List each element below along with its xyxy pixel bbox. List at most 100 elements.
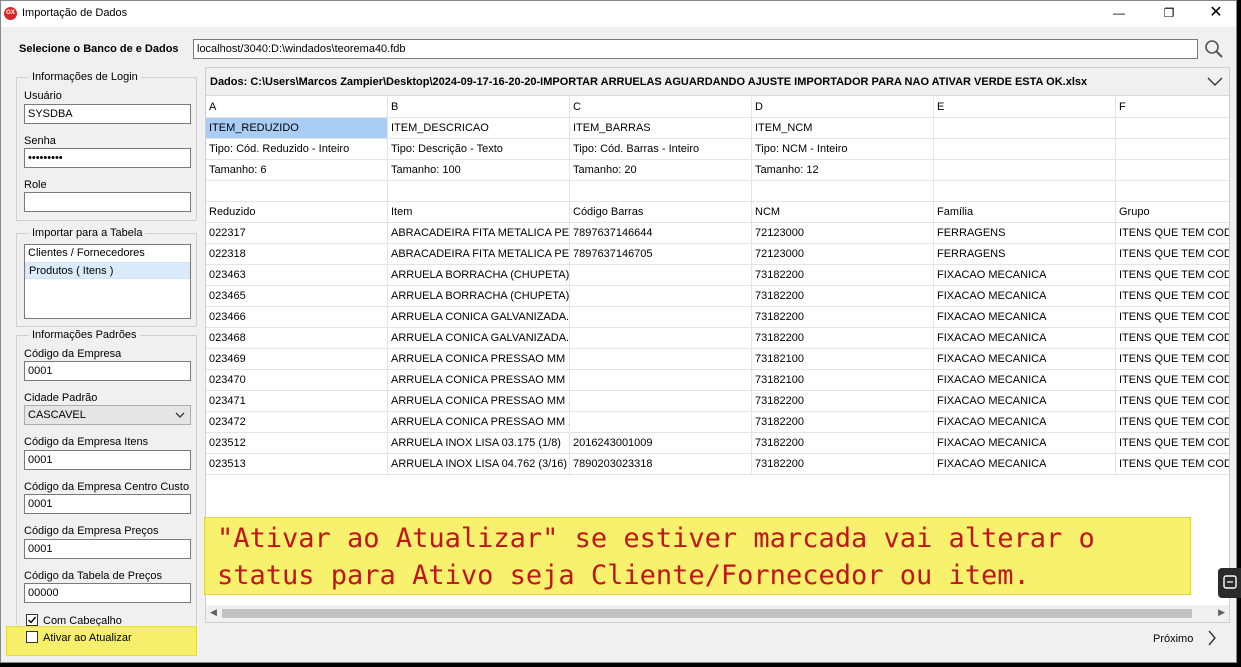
search-icon[interactable] bbox=[1204, 39, 1224, 59]
table-cell[interactable]: ITEM_NCM bbox=[752, 118, 934, 138]
table-cell[interactable]: 023513 bbox=[206, 454, 388, 474]
table-cell[interactable]: FIXACAO MECANICA bbox=[934, 391, 1116, 411]
company-input[interactable]: 0001 bbox=[24, 361, 191, 381]
column-letter-row[interactable]: ABCDEF bbox=[206, 97, 1229, 118]
table-cell[interactable]: 7890203023318 bbox=[570, 454, 752, 474]
table-cell[interactable]: 022317 bbox=[206, 223, 388, 243]
table-cell[interactable]: Reduzido bbox=[206, 202, 388, 222]
table-cell[interactable]: 023472 bbox=[206, 412, 388, 432]
table-cell[interactable]: FIXACAO MECANICA bbox=[934, 328, 1116, 348]
table-cell[interactable]: 023468 bbox=[206, 328, 388, 348]
table-cell[interactable]: ITEM_BARRAS bbox=[570, 118, 752, 138]
file-header[interactable]: Dados: C:\Users\Marcos Zampier\Desktop\2… bbox=[206, 68, 1229, 96]
table-cell[interactable]: 73182100 bbox=[752, 349, 934, 369]
side-tab[interactable] bbox=[1218, 568, 1241, 598]
company-cost-input[interactable]: 0001 bbox=[24, 494, 191, 514]
table-cell[interactable]: ABRACADEIRA FITA METALICA PER... bbox=[388, 223, 570, 243]
company-prices-input[interactable]: 0001 bbox=[24, 539, 191, 559]
table-row[interactable]: 023512 ARRUELA INOX LISA 03.175 (1/8) 2016… bbox=[206, 433, 1229, 454]
table-cell[interactable]: Família bbox=[934, 202, 1116, 222]
table-cell[interactable] bbox=[1116, 118, 1229, 138]
table-row[interactable] bbox=[206, 181, 1229, 202]
table-cell[interactable]: FERRAGENS bbox=[934, 244, 1116, 264]
city-select[interactable]: CASCAVEL bbox=[24, 405, 191, 425]
table-row[interactable]: Tipo: Cód. Reduzido - Inteiro Tipo: Descr… bbox=[206, 139, 1229, 160]
table-row[interactable]: Reduzido Item Código Barras NCM Família Grupo bbox=[206, 202, 1229, 223]
table-cell[interactable]: A bbox=[206, 97, 388, 117]
table-cell[interactable]: 023463 bbox=[206, 265, 388, 285]
table-cell[interactable] bbox=[570, 307, 752, 327]
table-cell[interactable]: 73182100 bbox=[752, 370, 934, 390]
table-cell[interactable]: 022318 bbox=[206, 244, 388, 264]
table-row[interactable]: 023470 ARRUELA CONICA PRESSAO MM 1... 7318… bbox=[206, 370, 1229, 391]
table-cell[interactable]: FIXACAO MECANICA bbox=[934, 454, 1116, 474]
table-cell[interactable]: NCM bbox=[752, 202, 934, 222]
table-cell[interactable]: FIXACAO MECANICA bbox=[934, 286, 1116, 306]
table-cell[interactable] bbox=[570, 370, 752, 390]
table-cell[interactable]: ARRUELA CONICA PRESSAO MM 1... bbox=[388, 370, 570, 390]
table-cell[interactable]: 7897637146644 bbox=[570, 223, 752, 243]
table-row[interactable]: 023468 ARRUELA CONICA GALVANIZADA... 73182… bbox=[206, 328, 1229, 349]
table-cell[interactable]: 72123000 bbox=[752, 223, 934, 243]
table-cell[interactable]: Tipo: Cód. Reduzido - Inteiro bbox=[206, 139, 388, 159]
horizontal-scrollbar[interactable]: ◀ ▶ bbox=[206, 605, 1229, 622]
table-cell[interactable]: ITENS QUE TEM COD DE bbox=[1116, 223, 1229, 243]
table-cell[interactable]: 73182200 bbox=[752, 307, 934, 327]
table-cell[interactable] bbox=[570, 265, 752, 285]
table-cell[interactable] bbox=[934, 160, 1116, 180]
next-button[interactable]: Próximo bbox=[1141, 629, 1226, 649]
table-row[interactable]: 023472 ARRUELA CONICA PRESSAO MM 2... 7318… bbox=[206, 412, 1229, 433]
list-item-clientes[interactable]: Clientes / Fornecedores bbox=[25, 245, 190, 262]
table-cell[interactable]: ITENS QUE TEM COD DE bbox=[1116, 286, 1229, 306]
table-cell[interactable]: ITENS QUE TEM COD DE bbox=[1116, 265, 1229, 285]
table-cell[interactable]: 023471 bbox=[206, 391, 388, 411]
table-cell[interactable]: ITEM_REDUZIDO bbox=[206, 118, 388, 138]
table-cell[interactable]: FIXACAO MECANICA bbox=[934, 349, 1116, 369]
table-cell[interactable]: ITENS QUE TEM COD DE bbox=[1116, 433, 1229, 453]
scroll-thumb[interactable] bbox=[222, 609, 1192, 618]
table-cell[interactable] bbox=[206, 181, 388, 201]
table-cell[interactable] bbox=[570, 391, 752, 411]
table-cell[interactable]: Tamanho: 100 bbox=[388, 160, 570, 180]
import-table-list[interactable]: Clientes / Fornecedores Produtos ( Itens… bbox=[24, 244, 191, 319]
table-row[interactable]: 023471 ARRUELA CONICA PRESSAO MM 2... 7318… bbox=[206, 391, 1229, 412]
table-cell[interactable]: Tamanho: 12 bbox=[752, 160, 934, 180]
list-item-produtos[interactable]: Produtos ( Itens ) bbox=[25, 262, 190, 279]
table-cell[interactable] bbox=[934, 181, 1116, 201]
table-cell[interactable]: FIXACAO MECANICA bbox=[934, 370, 1116, 390]
table-row[interactable]: 022317 ABRACADEIRA FITA METALICA PER... 78… bbox=[206, 223, 1229, 244]
table-cell[interactable] bbox=[752, 181, 934, 201]
table-cell[interactable]: 73182200 bbox=[752, 391, 934, 411]
table-cell[interactable]: FERRAGENS bbox=[934, 223, 1116, 243]
table-cell[interactable]: D bbox=[752, 97, 934, 117]
table-cell[interactable]: FIXACAO MECANICA bbox=[934, 265, 1116, 285]
table-cell[interactable]: ITENS QUE TEM COD DE bbox=[1116, 349, 1229, 369]
table-row[interactable]: 022318 ABRACADEIRA FITA METALICA PER... 78… bbox=[206, 244, 1229, 265]
table-row[interactable]: 023469 ARRUELA CONICA PRESSAO MM 1... 7318… bbox=[206, 349, 1229, 370]
table-cell[interactable]: Tipo: Cód. Barras - Inteiro bbox=[570, 139, 752, 159]
table-cell[interactable]: ARRUELA CONICA PRESSAO MM 1... bbox=[388, 349, 570, 369]
chevron-down-icon[interactable] bbox=[1207, 75, 1223, 87]
close-button[interactable]: ✕ bbox=[1193, 1, 1236, 27]
table-cell[interactable]: ARRUELA INOX LISA 03.175 (1/8) bbox=[388, 433, 570, 453]
role-input[interactable] bbox=[24, 192, 191, 212]
table-row[interactable]: 023466 ARRUELA CONICA GALVANIZADA... 73182… bbox=[206, 307, 1229, 328]
table-cell[interactable] bbox=[388, 181, 570, 201]
table-cell[interactable]: ARRUELA CONICA GALVANIZADA... bbox=[388, 328, 570, 348]
table-cell[interactable]: FIXACAO MECANICA bbox=[934, 307, 1116, 327]
table-cell[interactable] bbox=[570, 349, 752, 369]
table-cell[interactable]: FIXACAO MECANICA bbox=[934, 412, 1116, 432]
table-cell[interactable]: ARRUELA CONICA GALVANIZADA... bbox=[388, 307, 570, 327]
table-cell[interactable] bbox=[570, 328, 752, 348]
table-cell[interactable]: B bbox=[388, 97, 570, 117]
table-cell[interactable]: 7897637146705 bbox=[570, 244, 752, 264]
table-cell[interactable]: 73182200 bbox=[752, 412, 934, 432]
table-cell[interactable]: E bbox=[934, 97, 1116, 117]
table-cell[interactable]: Tipo: Descrição - Texto bbox=[388, 139, 570, 159]
scroll-right-icon[interactable]: ▶ bbox=[1218, 607, 1225, 618]
table-cell[interactable]: Tipo: NCM - Inteiro bbox=[752, 139, 934, 159]
table-cell[interactable]: Código Barras bbox=[570, 202, 752, 222]
table-cell[interactable]: ITENS QUE TEM COD DE bbox=[1116, 307, 1229, 327]
table-cell[interactable]: 2016243001009 bbox=[570, 433, 752, 453]
table-cell[interactable]: ITENS QUE TEM COD DE bbox=[1116, 328, 1229, 348]
